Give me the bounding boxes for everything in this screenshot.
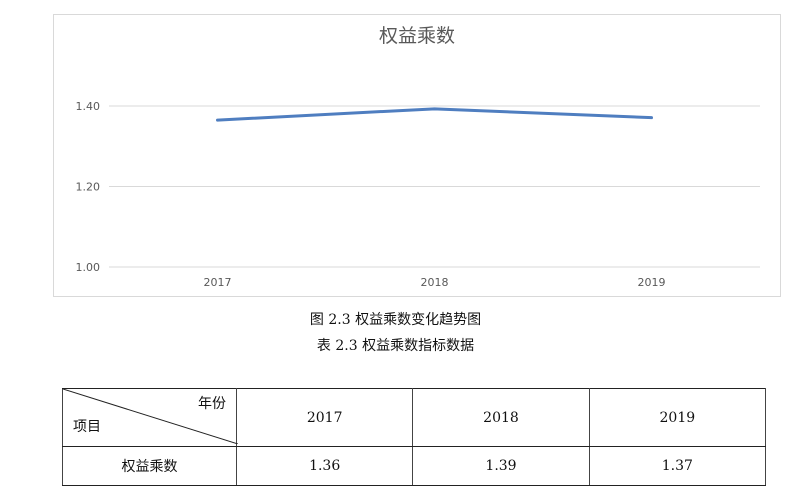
table-cell: 1.37 [589,447,765,486]
column-header: 2017 [237,389,413,447]
row-label: 权益乘数 [63,447,237,486]
x-tick-label: 2018 [421,276,449,289]
table-row: 权益乘数 1.36 1.39 1.37 [63,447,766,486]
data-table: 年份 项目 2017 2018 2019 权益乘数 1.36 1.39 1.37 [62,388,766,486]
table-cell: 1.36 [237,447,413,486]
header-item-label: 项目 [73,416,101,436]
y-tick-label: 1.00 [76,261,101,274]
x-tick-label: 2017 [204,276,232,289]
column-header: 2018 [413,389,589,447]
column-header: 2019 [589,389,765,447]
chart-frame: 权益乘数 1.00 1.20 1.40 2017 2018 2019 [53,14,781,297]
table-cell: 1.39 [413,447,589,486]
y-tick-label: 1.20 [76,181,101,194]
diagonal-header-cell: 年份 项目 [63,389,237,447]
x-tick-label: 2019 [638,276,666,289]
chart-title: 权益乘数 [379,25,455,47]
table-caption: 表 2.3 权益乘数指标数据 [0,335,791,355]
header-year-label: 年份 [198,393,226,413]
figure-caption: 图 2.3 权益乘数变化趋势图 [0,309,791,329]
series-line [218,109,652,120]
line-chart: 权益乘数 1.00 1.20 1.40 2017 2018 2019 [54,15,780,296]
y-tick-label: 1.40 [76,100,101,113]
table-header-row: 年份 项目 2017 2018 2019 [63,389,766,447]
